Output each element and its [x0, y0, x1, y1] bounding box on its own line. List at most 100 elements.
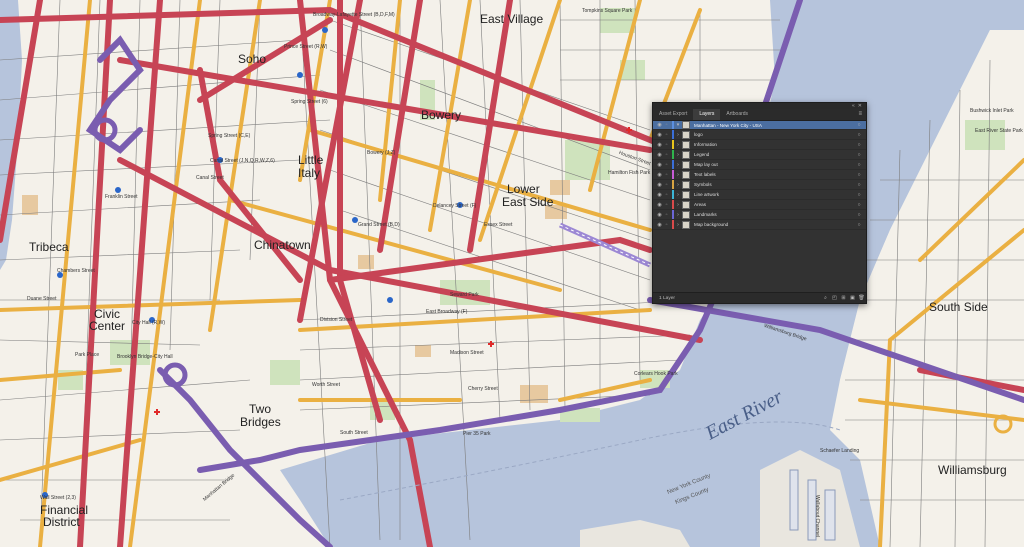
layer-name[interactable]: logo	[694, 132, 855, 137]
lock-toggle-icon[interactable]: ▫	[663, 182, 670, 188]
expand-arrow-icon[interactable]: ›	[674, 132, 682, 138]
expand-arrow-icon[interactable]: ›	[674, 202, 682, 208]
make-clipping-mask-icon[interactable]: ◰	[830, 295, 839, 301]
street-label: Wallabout Channel	[814, 495, 820, 538]
layer-row[interactable]: ◉ ▫ › Line artwork ○	[653, 190, 866, 200]
delete-icon[interactable]: 🗑	[857, 295, 866, 301]
panel-menu-icon[interactable]: ≡	[858, 111, 862, 117]
street-label: Division Street	[320, 317, 353, 323]
lock-toggle-icon[interactable]: ▫	[663, 122, 670, 128]
layer-row-parent[interactable]: ◉ ▫ ▾ Manhattan - New York City - USA ○	[653, 121, 866, 130]
expand-arrow-icon[interactable]: ›	[674, 162, 682, 168]
lock-toggle-icon[interactable]: ▫	[663, 152, 670, 158]
layer-row[interactable]: ◉ ▫ › Map background ○	[653, 220, 866, 230]
visibility-eye-icon[interactable]: ◉	[656, 212, 663, 218]
layer-row[interactable]: ◉ ▫ › Information ○	[653, 140, 866, 150]
search-icon[interactable]: ⌕	[821, 295, 830, 301]
tab-asset-export[interactable]: Asset Export	[653, 109, 693, 120]
layer-name[interactable]: Map background	[694, 222, 855, 227]
visibility-eye-icon[interactable]: ◉	[656, 222, 663, 228]
layer-name[interactable]: Manhattan - New York City - USA	[694, 123, 855, 128]
neighborhood-label: East Side	[502, 195, 554, 209]
new-layer-icon[interactable]: ▣	[848, 295, 857, 301]
street-label: Hamilton Fish Park	[608, 170, 651, 176]
visibility-eye-icon[interactable]: ◉	[656, 142, 663, 148]
target-circle-icon[interactable]: ○	[855, 142, 863, 148]
layer-thumbnail	[682, 180, 690, 189]
target-circle-icon[interactable]: ○	[855, 182, 863, 188]
layer-name[interactable]: Symbols	[694, 182, 855, 187]
layer-name[interactable]: Line artwork	[694, 192, 855, 197]
visibility-eye-icon[interactable]: ◉	[656, 162, 663, 168]
layer-row[interactable]: ◉ ▫ › Landmarks ○	[653, 210, 866, 220]
layer-thumbnail	[682, 220, 690, 229]
layer-row[interactable]: ◉ ▫ › Map lay out ○	[653, 160, 866, 170]
street-label: Bowery (J,Z)	[367, 150, 396, 156]
visibility-eye-icon[interactable]: ◉	[656, 182, 663, 188]
layer-count: 1 Layer	[659, 295, 675, 301]
new-sublayer-icon[interactable]: ⊞	[839, 295, 848, 301]
lock-toggle-icon[interactable]: ▫	[663, 132, 670, 138]
street-label: Cherry Street	[468, 386, 498, 392]
street-label: Park Place	[75, 352, 100, 358]
layer-name[interactable]: Text labels	[694, 172, 855, 177]
target-circle-icon[interactable]: ○	[855, 212, 863, 218]
expand-arrow-icon[interactable]: ›	[674, 192, 682, 198]
visibility-eye-icon[interactable]: ◉	[656, 132, 663, 138]
street-label: Spring Street (6)	[291, 99, 328, 105]
layer-row[interactable]: ◉ ▫ › Symbols ○	[653, 180, 866, 190]
expand-arrow-icon[interactable]: ›	[674, 212, 682, 218]
target-circle-icon[interactable]: ○	[855, 122, 863, 128]
tab-artboards[interactable]: Artboards	[720, 109, 754, 120]
target-circle-icon[interactable]: ○	[855, 132, 863, 138]
visibility-eye-icon[interactable]: ◉	[656, 172, 663, 178]
tab-layers[interactable]: Layers	[693, 109, 721, 120]
layer-thumbnail	[682, 190, 690, 199]
expand-arrow-icon[interactable]: ›	[674, 182, 682, 188]
lock-toggle-icon[interactable]: ▫	[663, 162, 670, 168]
layer-thumbnail	[682, 150, 690, 159]
layer-row[interactable]: ◉ ▫ › Areas ○	[653, 200, 866, 210]
layer-thumbnail	[682, 140, 690, 149]
layer-row[interactable]: ◉ ▫ › logo ○	[653, 130, 866, 140]
layer-name[interactable]: Landmarks	[694, 212, 855, 217]
visibility-eye-icon[interactable]: ◉	[656, 192, 663, 198]
neighborhood-label: Soho	[238, 52, 267, 66]
lock-toggle-icon[interactable]: ▫	[663, 212, 670, 218]
layer-name[interactable]: Information	[694, 142, 855, 147]
target-circle-icon[interactable]: ○	[855, 192, 863, 198]
expand-arrow-icon[interactable]: ›	[674, 222, 682, 228]
target-circle-icon[interactable]: ○	[855, 162, 863, 168]
target-circle-icon[interactable]: ○	[855, 202, 863, 208]
panel-tabs: Asset Export Layers Artboards ≡	[653, 109, 866, 121]
expand-arrow-icon[interactable]: ›	[674, 152, 682, 158]
expand-arrow-icon[interactable]: ▾	[674, 122, 682, 128]
street-label: Wall Street (2,3)	[40, 495, 76, 501]
visibility-eye-icon[interactable]: ◉	[656, 122, 663, 128]
neighborhood-label: Chinatown	[254, 238, 311, 252]
layer-name[interactable]: Areas	[694, 202, 855, 207]
street-label: Worth Street	[312, 382, 340, 388]
target-circle-icon[interactable]: ○	[855, 222, 863, 228]
lock-toggle-icon[interactable]: ▫	[663, 172, 670, 178]
layer-row[interactable]: ◉ ▫ › Legend ○	[653, 150, 866, 160]
map-canvas[interactable]: East River New York County Kings County	[0, 0, 1024, 547]
expand-arrow-icon[interactable]: ›	[674, 172, 682, 178]
visibility-eye-icon[interactable]: ◉	[656, 152, 663, 158]
layer-row[interactable]: ◉ ▫ › Text labels ○	[653, 170, 866, 180]
visibility-eye-icon[interactable]: ◉	[656, 202, 663, 208]
lock-toggle-icon[interactable]: ▫	[663, 222, 670, 228]
neighborhood-label: Bridges	[240, 415, 281, 429]
expand-arrow-icon[interactable]: ›	[674, 142, 682, 148]
lock-toggle-icon[interactable]: ▫	[663, 142, 670, 148]
layer-name[interactable]: Map lay out	[694, 162, 855, 167]
target-circle-icon[interactable]: ○	[855, 172, 863, 178]
layer-name[interactable]: Legend	[694, 152, 855, 157]
target-circle-icon[interactable]: ○	[855, 152, 863, 158]
layers-panel[interactable]: « ✕ Asset Export Layers Artboards ≡ ◉ ▫ …	[652, 102, 867, 304]
street-label: Franklin Street	[105, 194, 138, 200]
lock-toggle-icon[interactable]: ▫	[663, 202, 670, 208]
panel-footer: 1 Layer ⌕ ◰ ⊞ ▣ 🗑	[653, 292, 866, 303]
street-label: Spring Street (C,E)	[208, 133, 251, 139]
lock-toggle-icon[interactable]: ▫	[663, 192, 670, 198]
